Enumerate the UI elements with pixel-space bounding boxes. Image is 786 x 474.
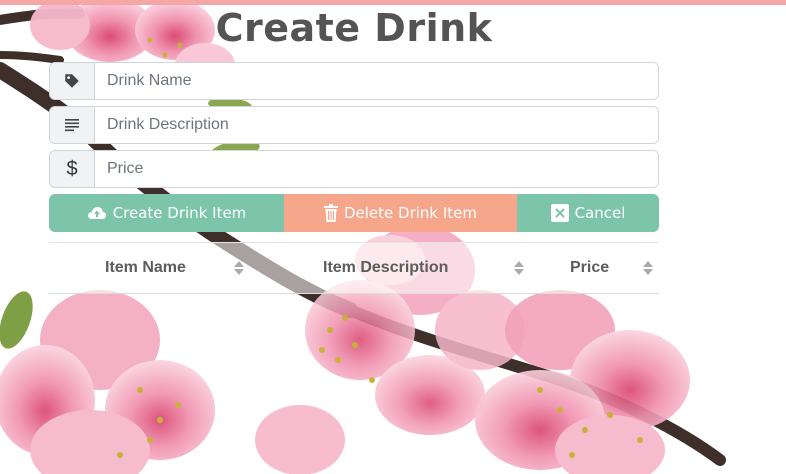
drink-name-input[interactable] [95, 63, 658, 99]
trash-icon [323, 204, 338, 222]
price-input[interactable] [95, 151, 658, 187]
drink-description-input[interactable] [95, 107, 658, 143]
delete-drink-button[interactable]: Delete Drink Item [284, 194, 517, 232]
column-header-price[interactable]: Price [570, 243, 609, 293]
delete-drink-label: Delete Drink Item [343, 204, 478, 222]
page-title: Create Drink [215, 6, 493, 50]
column-label: Price [570, 259, 610, 276]
drink-description-field [49, 106, 659, 144]
cancel-label: Cancel [574, 204, 626, 222]
drink-form: $ Create Drink Item Delete Drink Item [49, 62, 659, 232]
create-drink-button[interactable]: Create Drink Item [49, 194, 284, 232]
price-field: $ [49, 150, 659, 188]
accent-bar [0, 0, 786, 5]
sort-icon[interactable] [643, 261, 653, 275]
dollar-symbol: $ [66, 157, 78, 180]
sort-icon[interactable] [234, 261, 244, 275]
tag-icon [50, 63, 95, 99]
column-header-item-name[interactable]: Item Name [105, 243, 186, 293]
cancel-button[interactable]: Cancel [517, 194, 659, 232]
lines-icon [50, 107, 95, 143]
column-label: Item Description [323, 259, 449, 276]
drink-table-header: Item Name Item Description Price [49, 242, 659, 294]
create-drink-label: Create Drink Item [112, 204, 247, 222]
action-buttons: Create Drink Item Delete Drink Item Canc… [49, 194, 659, 232]
dollar-icon: $ [50, 151, 95, 187]
column-header-item-description[interactable]: Item Description [323, 243, 448, 293]
sort-icon[interactable] [514, 261, 524, 275]
cloud-upload-icon [87, 207, 106, 219]
close-box-icon [550, 204, 569, 222]
column-label: Item Name [105, 259, 186, 276]
drink-name-field [49, 62, 659, 100]
